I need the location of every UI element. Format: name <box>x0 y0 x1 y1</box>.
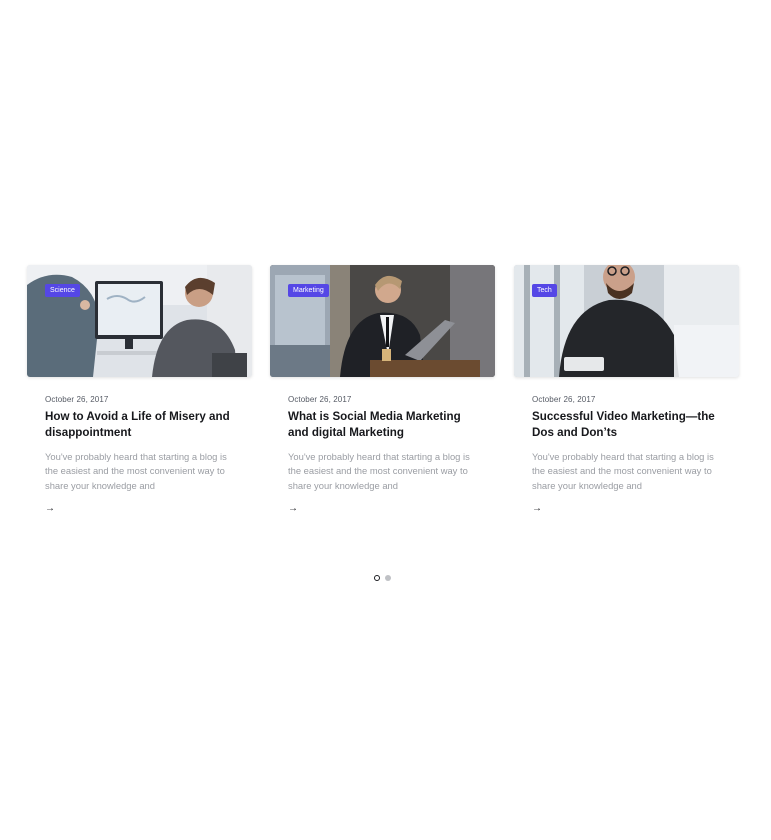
pagination-dot-active[interactable] <box>374 575 380 581</box>
post-date: October 26, 2017 <box>532 395 596 404</box>
read-more-arrow-icon[interactable]: → <box>532 503 542 515</box>
post-image[interactable]: Tech <box>514 265 739 377</box>
office-photo-1 <box>27 265 252 377</box>
post-date: October 26, 2017 <box>45 395 109 404</box>
office-photo-2 <box>270 265 495 377</box>
post-image[interactable]: Marketing <box>270 265 495 377</box>
post-body: October 26, 2017 Successful Video Market… <box>514 395 739 516</box>
read-more-arrow-icon[interactable]: → <box>45 503 55 515</box>
post-title[interactable]: Successful Video Marketing—the Dos and D… <box>532 409 721 441</box>
category-badge[interactable]: Science <box>45 284 80 297</box>
blog-carousel-section: Science October 26, 2017 How to Avoid a … <box>0 0 771 840</box>
pagination-dot[interactable] <box>385 575 391 581</box>
read-more-arrow-icon[interactable]: → <box>288 503 298 515</box>
post-title[interactable]: What is Social Media Marketing and digit… <box>288 409 477 441</box>
post-image[interactable]: Science <box>27 265 252 377</box>
office-photo-3 <box>514 265 739 377</box>
post-card: Science October 26, 2017 How to Avoid a … <box>27 265 252 516</box>
post-body: October 26, 2017 What is Social Media Ma… <box>270 395 495 516</box>
post-card: Marketing October 26, 2017 What is Socia… <box>270 265 495 516</box>
category-badge[interactable]: Tech <box>532 284 557 297</box>
post-title[interactable]: How to Avoid a Life of Misery and disapp… <box>45 409 234 441</box>
post-body: October 26, 2017 How to Avoid a Life of … <box>27 395 252 516</box>
post-excerpt: You've probably heard that starting a bl… <box>532 451 714 491</box>
post-card: Tech October 26, 2017 Successful Video M… <box>514 265 739 516</box>
post-excerpt: You've probably heard that starting a bl… <box>45 451 227 491</box>
category-badge[interactable]: Marketing <box>288 284 329 297</box>
carousel-pagination <box>374 575 391 581</box>
post-date: October 26, 2017 <box>288 395 352 404</box>
post-excerpt: You've probably heard that starting a bl… <box>288 451 470 491</box>
